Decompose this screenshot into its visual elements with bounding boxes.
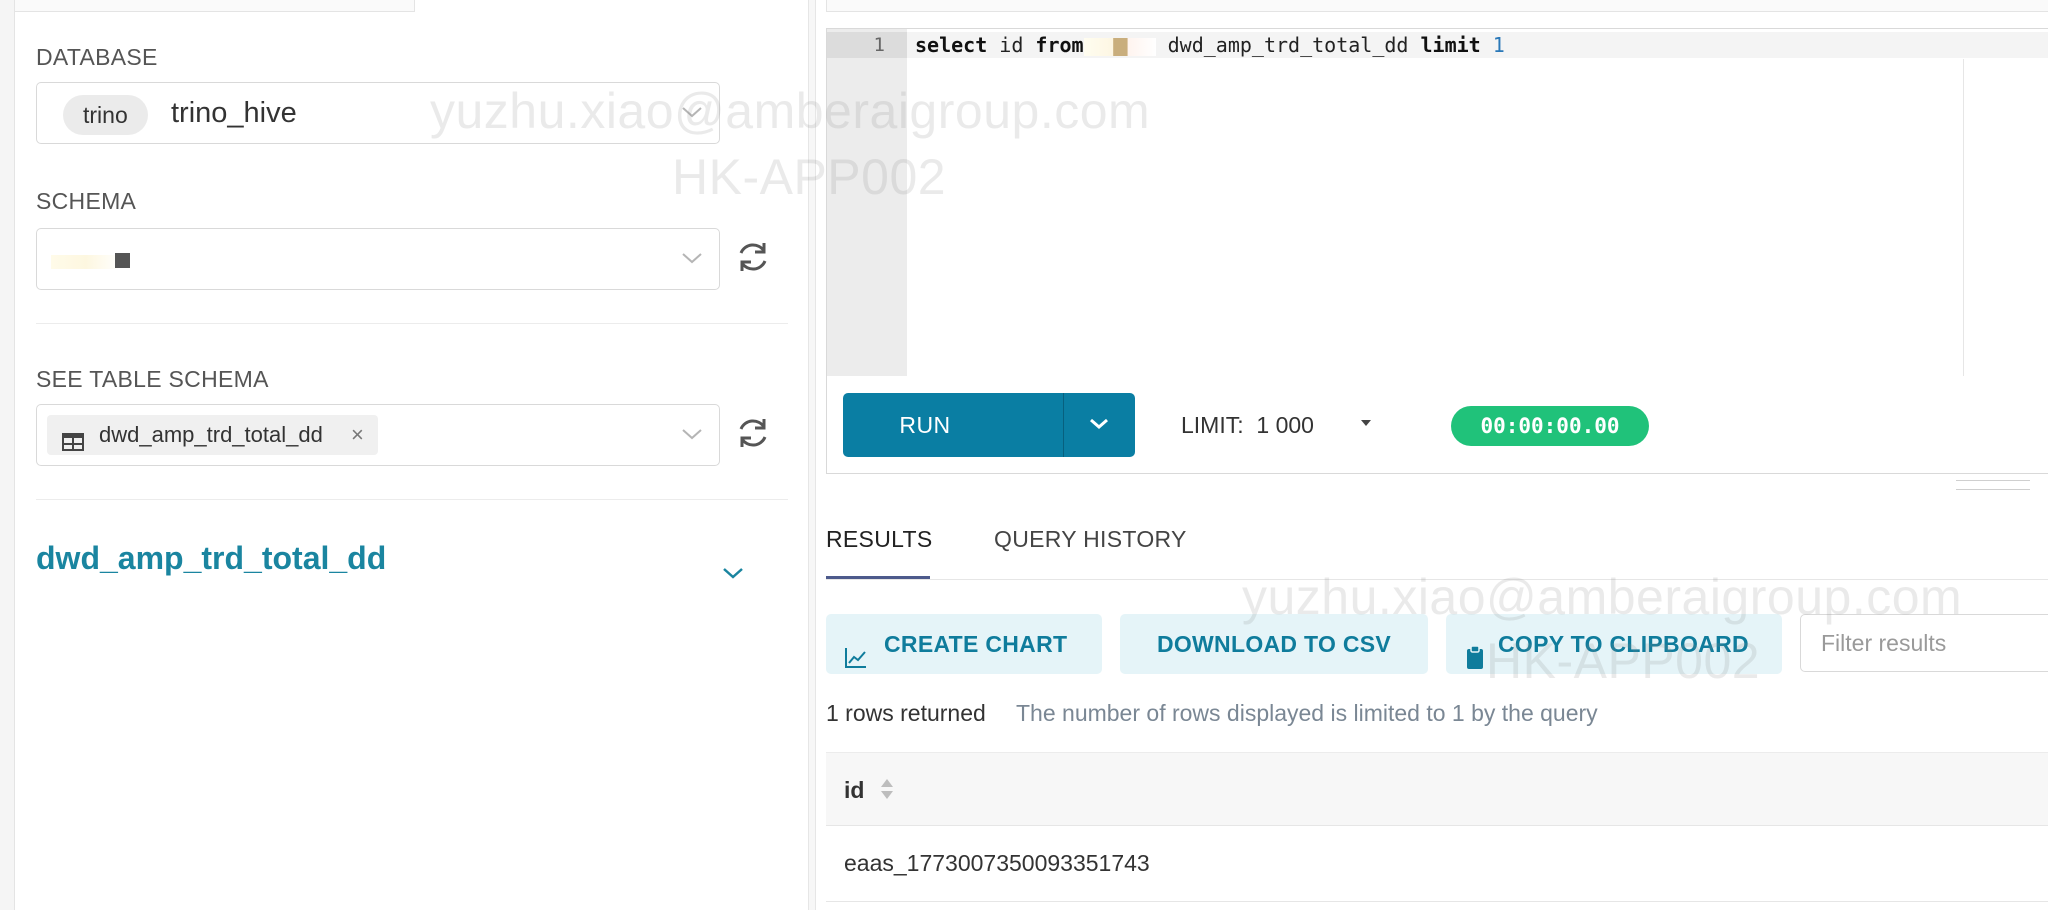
left-edge bbox=[0, 0, 15, 910]
table-schema-select[interactable]: dwd_amp_trd_total_dd × bbox=[36, 404, 720, 466]
editor-print-margin bbox=[1963, 59, 1964, 376]
chevron-down-icon[interactable] bbox=[722, 566, 744, 585]
run-button-label: RUN bbox=[899, 412, 951, 438]
left-top-bar bbox=[15, 0, 415, 12]
limit-label: LIMIT: bbox=[1181, 412, 1244, 438]
rows-limit-note: The number of rows displayed is limited … bbox=[1016, 700, 1598, 726]
refresh-icon[interactable] bbox=[734, 414, 772, 452]
run-options-button[interactable] bbox=[1063, 393, 1135, 457]
caret-down-icon[interactable] bbox=[1361, 420, 1371, 426]
schema-value-redacted bbox=[51, 255, 121, 269]
database-value: trino_hive bbox=[171, 97, 297, 129]
chevron-down-icon bbox=[1090, 418, 1108, 429]
close-icon[interactable]: × bbox=[351, 422, 364, 447]
table-schema-label: SEE TABLE SCHEMA bbox=[36, 366, 269, 392]
panel-splitter[interactable] bbox=[808, 0, 816, 910]
limit-value: 1 000 bbox=[1256, 412, 1314, 438]
refresh-icon[interactable] bbox=[734, 238, 772, 276]
limit-selector[interactable]: LIMIT: 1 000 bbox=[1181, 412, 1314, 439]
tabs-divider bbox=[826, 579, 2048, 580]
chevron-down-icon[interactable] bbox=[681, 251, 702, 267]
clipboard-icon bbox=[1466, 632, 1484, 692]
schema-label: SCHEMA bbox=[36, 188, 137, 214]
schema-name-redacted bbox=[1083, 37, 1156, 56]
sort-icon[interactable] bbox=[880, 777, 894, 806]
database-select[interactable]: trino trino_hive bbox=[36, 82, 720, 144]
rows-returned: 1 rows returned bbox=[826, 700, 986, 726]
chevron-down-icon[interactable] bbox=[681, 427, 702, 443]
query-timer: 00:00:00.00 bbox=[1451, 406, 1649, 446]
run-button[interactable]: RUN bbox=[843, 393, 1079, 457]
selected-table-tag: dwd_amp_trd_total_dd × bbox=[47, 415, 378, 455]
section-divider bbox=[36, 499, 788, 500]
sql-number: 1 bbox=[1492, 33, 1505, 57]
table-schema-title[interactable]: dwd_amp_trd_total_dd bbox=[36, 540, 386, 577]
table-icon bbox=[61, 425, 85, 451]
table-row: eaas_1773007350093351743 bbox=[826, 826, 2048, 902]
sql-code-line[interactable]: select id from dwd_amp_trd_total_dd limi… bbox=[915, 32, 1505, 58]
copy-to-clipboard-button[interactable]: COPY TO CLIPBOARD bbox=[1446, 614, 1782, 674]
resize-handle[interactable] bbox=[1956, 480, 2030, 490]
sql-keyword: select bbox=[915, 33, 988, 57]
create-chart-label: CREATE CHART bbox=[884, 631, 1068, 657]
table-cell-id: eaas_1773007350093351743 bbox=[844, 850, 1150, 876]
column-header-id[interactable]: id bbox=[844, 777, 864, 804]
section-divider bbox=[36, 323, 788, 324]
tab-results[interactable]: RESULTS bbox=[826, 526, 932, 553]
results-table-header: id bbox=[826, 752, 2048, 826]
selected-table-name: dwd_amp_trd_total_dd bbox=[99, 422, 323, 447]
engine-pill: trino bbox=[63, 95, 148, 135]
query-toolbar: RUN LIMIT: 1 000 00:00:00.00 bbox=[826, 376, 2048, 474]
filter-results-input[interactable] bbox=[1800, 614, 2048, 672]
line-chart-icon bbox=[844, 632, 868, 692]
sql-keyword: limit bbox=[1420, 33, 1481, 57]
editor-top-bar bbox=[826, 0, 2048, 12]
sql-table: dwd_amp_trd_total_dd bbox=[1155, 33, 1421, 57]
editor-gutter bbox=[827, 29, 907, 376]
sql-column: id bbox=[987, 33, 1036, 57]
database-label: DATABASE bbox=[36, 44, 158, 70]
chevron-down-icon[interactable] bbox=[681, 105, 702, 121]
tab-query-history[interactable]: QUERY HISTORY bbox=[994, 526, 1187, 553]
line-number: 1 bbox=[827, 32, 907, 58]
download-csv-button[interactable]: DOWNLOAD TO CSV bbox=[1120, 614, 1428, 674]
copy-clipboard-label: COPY TO CLIPBOARD bbox=[1498, 631, 1749, 657]
create-chart-button[interactable]: CREATE CHART bbox=[826, 614, 1102, 674]
sql-keyword: from bbox=[1035, 33, 1084, 57]
sql-editor[interactable]: 1 select id from dwd_amp_trd_total_dd li… bbox=[826, 28, 2048, 376]
schema-value-redacted-mark bbox=[115, 253, 130, 268]
schema-select[interactable] bbox=[36, 228, 720, 290]
